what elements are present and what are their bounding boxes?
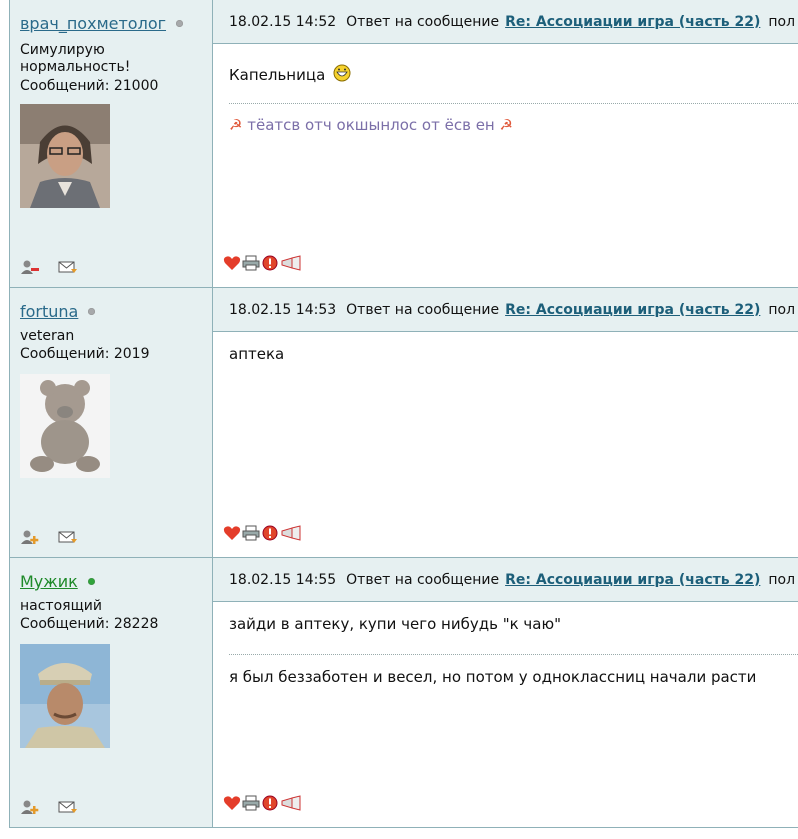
reply-prefix: Ответ на сообщение bbox=[346, 13, 500, 30]
author-panel: Мужик настоящий Сообщений: 28228 bbox=[10, 558, 213, 827]
signature-text: тёатсв отч окшынлос от ёсв ен bbox=[247, 116, 495, 134]
message-count: Сообщений: 28228 bbox=[20, 616, 159, 632]
username-row: Мужик bbox=[20, 572, 95, 591]
message-text: зайди в аптеку, купи чего нибудь "к чаю" bbox=[229, 615, 561, 633]
post-actions bbox=[223, 795, 302, 815]
print-icon[interactable] bbox=[242, 525, 260, 545]
reply-topic-link[interactable]: Re: Ассоциации игра (часть 22) bbox=[505, 14, 760, 30]
author-panel: fortuna veteran Сообщений: 2019 bbox=[10, 288, 213, 557]
author-panel: врач_похметолог Симулирую нормальность! … bbox=[10, 0, 213, 287]
post-datetime: 18.02.15 14:55 bbox=[229, 571, 337, 588]
print-icon[interactable] bbox=[242, 795, 260, 815]
report-icon[interactable] bbox=[261, 255, 279, 275]
online-status-icon bbox=[87, 578, 95, 585]
print-icon[interactable] bbox=[242, 255, 260, 275]
reply-tail: пол bbox=[768, 13, 796, 30]
add-friend-icon[interactable] bbox=[20, 529, 40, 545]
megaphone-icon[interactable] bbox=[280, 255, 302, 275]
post-content: 18.02.15 14:53 Ответ на сообщение Re: Ас… bbox=[213, 288, 798, 557]
like-heart-icon[interactable] bbox=[223, 795, 241, 815]
author-actions bbox=[20, 259, 78, 275]
message-count: Сообщений: 21000 bbox=[20, 78, 159, 94]
message-body: аптека bbox=[229, 345, 285, 363]
post-actions bbox=[223, 525, 302, 545]
megaphone-icon[interactable] bbox=[280, 795, 302, 815]
message-body: зайди в аптеку, купи чего нибудь "к чаю" bbox=[229, 615, 561, 633]
signature-separator bbox=[229, 103, 798, 104]
reply-prefix: Ответ на сообщение bbox=[346, 301, 500, 318]
reply-tail: пол bbox=[768, 301, 796, 318]
avatar[interactable] bbox=[20, 104, 110, 208]
post: fortuna veteran Сообщений: 2019 18.02.15… bbox=[9, 288, 798, 558]
signature: ☭ тёатсв отч окшынлос от ёсв ен ☭ bbox=[229, 116, 513, 134]
post-datetime: 18.02.15 14:53 bbox=[229, 301, 337, 318]
post-content: 18.02.15 14:55 Ответ на сообщение Re: Ас… bbox=[213, 558, 798, 827]
author-actions bbox=[20, 799, 78, 815]
reply-topic-link[interactable]: Re: Ассоциации игра (часть 22) bbox=[505, 302, 760, 318]
message-body: Капельница bbox=[229, 66, 326, 84]
signature: я был беззаботен и весел, но потом у одн… bbox=[229, 668, 756, 686]
message-count: Сообщений: 2019 bbox=[20, 346, 150, 362]
add-friend-icon[interactable] bbox=[20, 799, 40, 815]
send-pm-icon[interactable] bbox=[58, 259, 78, 275]
megaphone-icon[interactable] bbox=[280, 525, 302, 545]
offline-status-icon bbox=[176, 20, 184, 27]
username-row: врач_похметолог bbox=[20, 14, 184, 33]
author-actions bbox=[20, 529, 78, 545]
post-header: 18.02.15 14:53 Ответ на сообщение Re: Ас… bbox=[213, 288, 798, 332]
username-row: fortuna bbox=[20, 302, 96, 321]
post: врач_похметолог Симулирую нормальность! … bbox=[9, 0, 798, 288]
send-pm-icon[interactable] bbox=[58, 529, 78, 545]
reply-tail: пол bbox=[768, 571, 796, 588]
post-header: 18.02.15 14:52 Ответ на сообщение Re: Ас… bbox=[213, 0, 798, 44]
signature-text: я был беззаботен и весел, но потом у одн… bbox=[229, 668, 757, 686]
user-rank: veteran bbox=[20, 328, 75, 344]
post-actions bbox=[223, 255, 302, 275]
reply-topic-link[interactable]: Re: Ассоциации игра (часть 22) bbox=[505, 572, 760, 588]
offline-status-icon bbox=[88, 308, 96, 315]
forum-thread: врач_похметолог Симулирую нормальность! … bbox=[9, 0, 798, 828]
hammer-sickle-icon: ☭ bbox=[499, 116, 513, 134]
user-rank: настоящий bbox=[20, 598, 102, 614]
avatar[interactable] bbox=[20, 374, 110, 478]
send-pm-icon[interactable] bbox=[58, 799, 78, 815]
post-content: 18.02.15 14:52 Ответ на сообщение Re: Ас… bbox=[213, 0, 798, 287]
username-link[interactable]: fortuna bbox=[20, 302, 78, 321]
report-icon[interactable] bbox=[261, 795, 279, 815]
post: Мужик настоящий Сообщений: 28228 18.02.1… bbox=[9, 558, 798, 828]
message-text: аптека bbox=[229, 345, 284, 363]
like-heart-icon[interactable] bbox=[223, 525, 241, 545]
user-rank: Симулирую нормальность! bbox=[20, 42, 131, 75]
post-header: 18.02.15 14:55 Ответ на сообщение Re: Ас… bbox=[213, 558, 798, 602]
report-icon[interactable] bbox=[261, 525, 279, 545]
username-link[interactable]: Мужик bbox=[20, 572, 78, 591]
remove-friend-icon[interactable] bbox=[20, 259, 40, 275]
like-heart-icon[interactable] bbox=[223, 255, 241, 275]
username-link[interactable]: врач_похметолог bbox=[20, 14, 166, 33]
post-datetime: 18.02.15 14:52 bbox=[229, 13, 337, 30]
hammer-sickle-icon: ☭ bbox=[229, 116, 243, 134]
grin-smiley-icon bbox=[333, 64, 351, 82]
signature-separator bbox=[229, 654, 798, 655]
message-text: Капельница bbox=[229, 64, 351, 84]
reply-prefix: Ответ на сообщение bbox=[346, 571, 500, 588]
avatar[interactable] bbox=[20, 644, 110, 748]
